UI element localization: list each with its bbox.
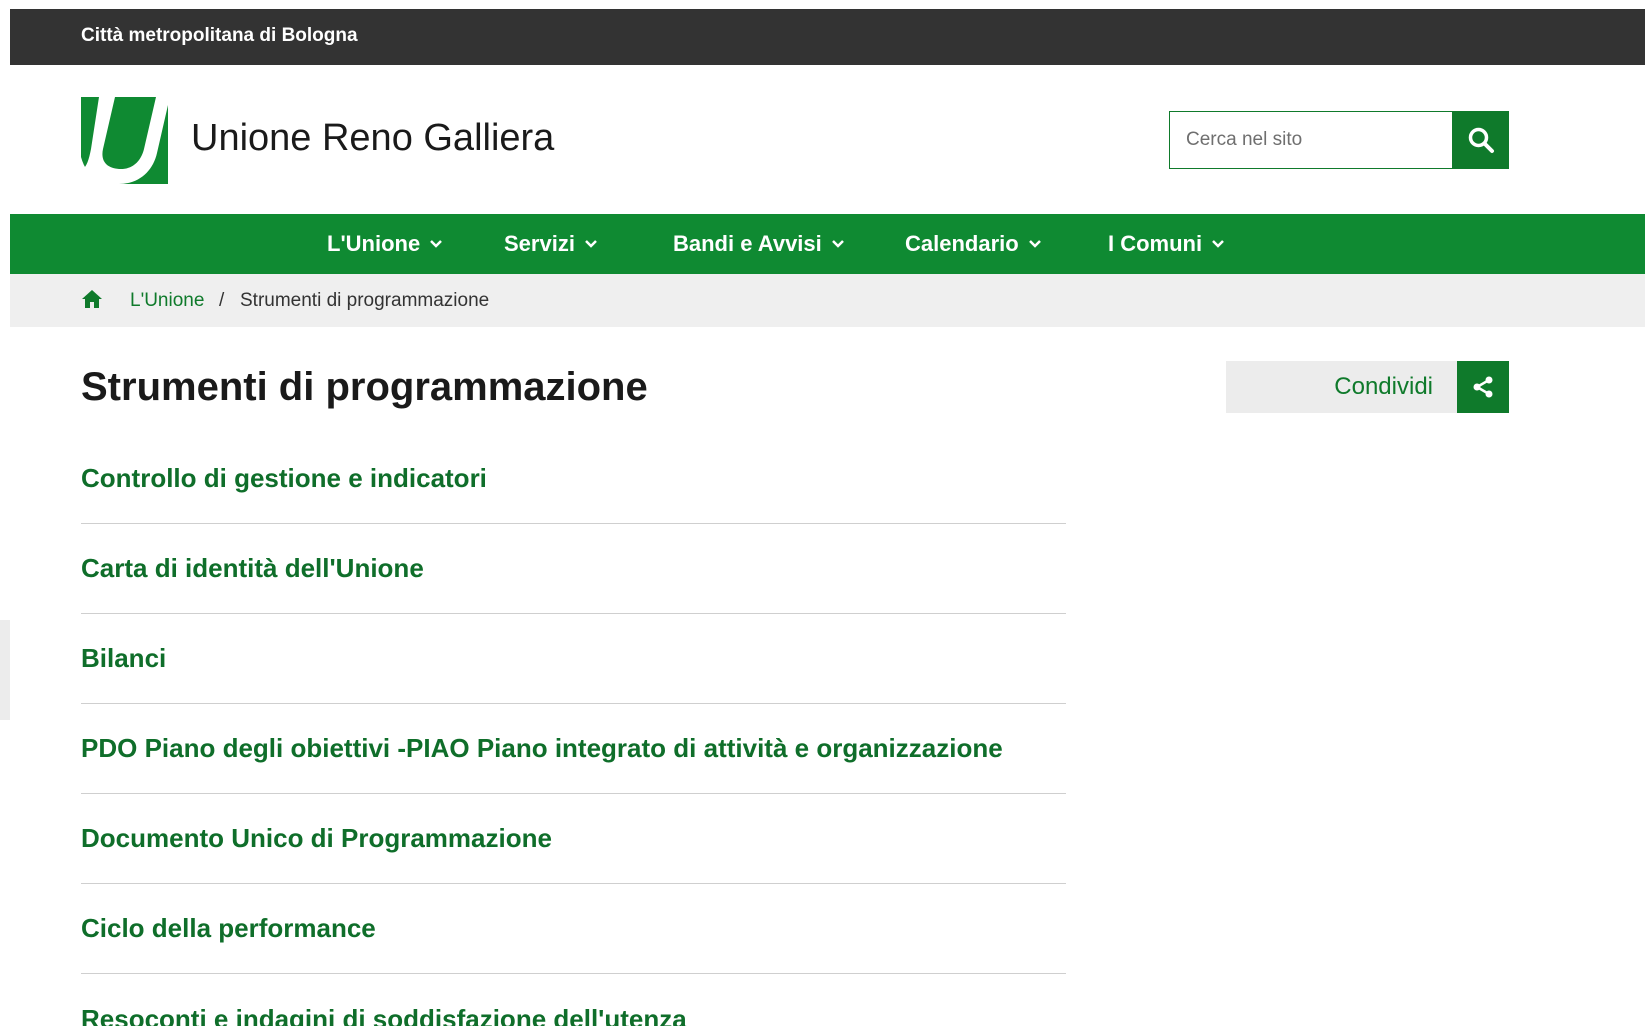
search-form (1169, 111, 1509, 169)
list-item: Carta di identità dell'Unione (81, 524, 1066, 614)
nav-item-bandi-avvisi[interactable]: Bandi e Avvisi (673, 231, 845, 257)
share-label: Condividi (1334, 373, 1433, 400)
link-pdo-piao[interactable]: PDO Piano degli obiettivi -PIAO Piano in… (81, 733, 1003, 764)
nav-item-label: Bandi e Avvisi (673, 231, 822, 256)
nav-item-unione[interactable]: L'Unione (327, 231, 443, 257)
link-resoconti-indagini[interactable]: Resoconti e indagini di soddisfazione de… (81, 1004, 687, 1026)
nav-item-label: Calendario (905, 231, 1019, 256)
nav-item-comuni[interactable]: I Comuni (1108, 231, 1225, 257)
chevron-down-icon (430, 240, 443, 248)
link-ciclo-performance[interactable]: Ciclo della performance (81, 913, 376, 944)
home-icon[interactable] (81, 289, 103, 309)
link-controllo-gestione[interactable]: Controllo di gestione e indicatori (81, 463, 487, 494)
site-title[interactable]: Unione Reno Galliera (191, 117, 554, 160)
link-carta-identita[interactable]: Carta di identità dell'Unione (81, 553, 424, 584)
chevron-down-icon (585, 240, 597, 248)
list-item: PDO Piano degli obiettivi -PIAO Piano in… (81, 704, 1066, 794)
link-list: Controllo di gestione e indicatori Carta… (81, 434, 1066, 1026)
nav-item-label: L'Unione (327, 231, 421, 256)
list-item: Ciclo della performance (81, 884, 1066, 974)
breadcrumb-separator: / (219, 290, 225, 311)
list-item: Resoconti e indagini di soddisfazione de… (81, 974, 1066, 1026)
chevron-down-icon (831, 240, 844, 248)
chevron-down-icon (1028, 240, 1041, 248)
breadcrumb: L'Unione / Strumenti di programmazione (10, 274, 1645, 327)
list-item: Documento Unico di Programmazione (81, 794, 1066, 884)
org-link[interactable]: Città metropolitana di Bologna (81, 25, 358, 47)
list-item: Bilanci (81, 614, 1066, 704)
side-scroll-tab[interactable] (0, 620, 10, 720)
top-bar: Città metropolitana di Bologna (10, 9, 1645, 65)
link-bilanci[interactable]: Bilanci (81, 643, 166, 674)
breadcrumb-item-unione[interactable]: L'Unione (130, 290, 204, 312)
search-button[interactable] (1452, 111, 1509, 169)
nav-item-label: I Comuni (1108, 231, 1203, 256)
unione-u-logo-icon (81, 97, 168, 184)
chevron-down-icon (1212, 240, 1224, 248)
nav-item-calendario[interactable]: Calendario (905, 231, 1042, 257)
nav-item-servizi[interactable]: Servizi (504, 231, 598, 257)
page: Città metropolitana di Bologna Unione Re… (10, 9, 1645, 1026)
search-input[interactable] (1169, 111, 1452, 169)
main-nav: L'Unione Servizi Bandi e Avvisi Calendar… (10, 214, 1645, 274)
nav-item-label: Servizi (504, 231, 575, 256)
share-button[interactable]: Condividi (1226, 361, 1509, 413)
search-icon (1468, 127, 1494, 153)
list-item: Controllo di gestione e indicatori (81, 434, 1066, 524)
page-title: Strumenti di programmazione (81, 365, 648, 409)
breadcrumb-item-current: Strumenti di programmazione (240, 290, 490, 311)
link-documento-unico[interactable]: Documento Unico di Programmazione (81, 823, 552, 854)
share-icon (1473, 376, 1493, 398)
site-logo[interactable] (81, 97, 168, 184)
share-icon-box (1457, 361, 1509, 413)
